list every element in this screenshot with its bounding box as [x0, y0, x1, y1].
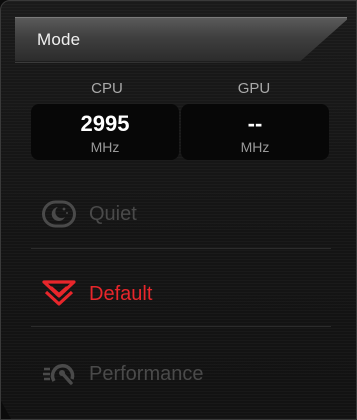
turbo-gauge-icon	[43, 364, 75, 385]
gpu-frequency-unit: MHz	[240, 139, 270, 155]
mode-divider	[31, 326, 331, 327]
header-title: Mode	[37, 30, 81, 49]
mode-label-performance: Performance	[89, 363, 204, 385]
gpu-readout: -- MHz	[181, 104, 329, 160]
header-divider	[15, 62, 315, 63]
mode-panel: Mode CPU 2995 MHz GPU -- MHz Quiet Defau…	[0, 0, 357, 420]
gpu-frequency-value: --	[247, 111, 263, 136]
gpu-label: GPU	[237, 80, 271, 97]
mode-label-default: Default	[89, 283, 153, 305]
mode-option-quiet[interactable]: Quiet	[31, 191, 331, 239]
mode-option-default[interactable]: Default	[31, 271, 331, 319]
cpu-readout: 2995 MHz	[31, 104, 179, 160]
mode-divider	[31, 248, 331, 249]
cpu-label: CPU	[91, 80, 123, 97]
cpu-frequency-unit: MHz	[90, 139, 120, 155]
moon-gauge-icon	[42, 200, 76, 228]
cpu-frequency-value: 2995	[80, 111, 130, 136]
mode-label-quiet: Quiet	[89, 203, 137, 225]
chevron-shield-icon	[42, 280, 76, 306]
mode-header: Mode	[15, 17, 347, 61]
mode-option-performance[interactable]: Performance	[31, 351, 331, 399]
